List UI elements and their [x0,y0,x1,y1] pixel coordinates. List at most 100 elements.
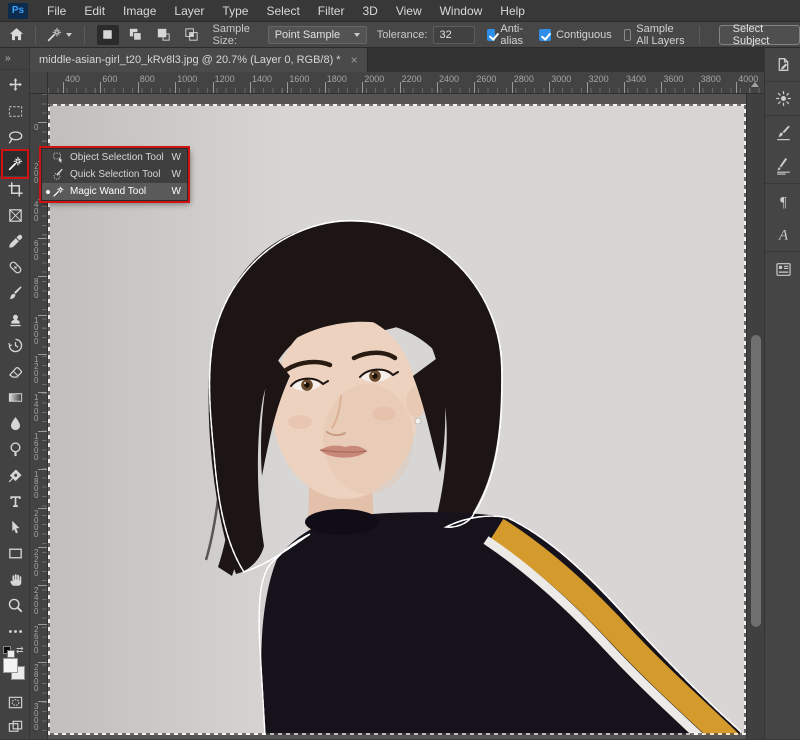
flyout-item-object-selection-tool[interactable]: Object Selection Tool W [42,149,187,166]
move-tool[interactable] [0,72,30,98]
close-icon[interactable]: × [351,53,358,67]
checkbox-label: Sample All Layers [636,23,685,47]
ruler-label: 400 [65,74,80,84]
ruler-label: 0 [34,124,38,131]
menu-file[interactable]: File [38,0,75,22]
paragraph-panel-icon[interactable] [765,184,800,218]
eraser-tool[interactable] [0,358,30,384]
brush-settings-panel-icon[interactable] [765,116,800,150]
adjustments-panel-icon[interactable] [765,82,800,116]
divider [699,26,700,44]
crop-tool[interactable] [0,176,30,202]
flyout-item-magic-wand-tool[interactable]: Magic Wand ToolW [42,183,187,200]
rectangular-marquee-tool[interactable] [0,98,30,124]
sample-size-dropdown[interactable]: Point Sample [268,26,367,44]
edit-toolbar-button[interactable] [0,618,30,644]
home-icon[interactable] [8,25,25,45]
foreground-color-swatch[interactable] [3,658,18,673]
chevron-down-icon[interactable] [66,33,72,37]
chevron-up-icon[interactable] [748,78,762,90]
type-tool[interactable] [0,488,30,514]
flyout-item-shortcut: W [172,152,181,163]
menu-type[interactable]: Type [213,0,257,22]
history-panel-icon[interactable] [765,48,800,82]
dock-history-icon [774,55,793,74]
ruler-tick [736,82,737,93]
magic-wand-tool-icon[interactable] [46,25,63,45]
zoom-tool[interactable] [0,592,30,618]
lasso-tool[interactable] [0,124,30,150]
clone-icon [7,311,24,328]
vertical-scrollbar[interactable] [746,94,764,739]
eyedropper-tool[interactable] [0,228,30,254]
spot-healing-brush-tool[interactable] [0,254,30,280]
tolerance-input[interactable] [433,26,475,44]
flyout-item-label: Object Selection Tool [70,152,166,163]
scrollbar-thumb[interactable] [751,335,761,627]
checkbox-sample-all-layers[interactable]: Sample All Layers [624,23,685,47]
menu-3d[interactable]: 3D [353,0,386,22]
magic-wand-tool[interactable] [0,150,30,176]
brushes-panel-icon[interactable] [765,150,800,184]
frame-tool[interactable] [0,202,30,228]
ruler-label: 1 2 0 0 [34,356,38,384]
flyout-item-quick-selection-tool[interactable]: Quick Selection ToolW [42,166,187,183]
hand-icon [7,571,24,588]
menu-help[interactable]: Help [491,0,534,22]
ruler-tick [400,82,401,93]
menu-image[interactable]: Image [114,0,165,22]
ruler-tick [325,82,326,93]
selectarrow-icon [7,519,24,536]
dodge-tool[interactable] [0,436,30,462]
checkbox-contiguous[interactable]: Contiguous [539,23,612,47]
menu-layer[interactable]: Layer [165,0,213,22]
menu-select[interactable]: Select [257,0,308,22]
menu-view[interactable]: View [387,0,431,22]
dodge-icon [7,441,24,458]
hand-tool[interactable] [0,566,30,592]
ruler-tick [138,82,139,93]
ruler-label: 3800 [701,74,721,84]
blur-tool[interactable] [0,410,30,436]
ruler-tick [287,82,288,93]
default-colors-icon[interactable] [3,646,11,654]
menu-filter[interactable]: Filter [309,0,354,22]
toolbar-collapse-button[interactable]: » [0,48,29,70]
add-to-selection-mode-icon[interactable] [125,25,147,45]
ruler-tick [474,82,475,93]
brush-tool[interactable] [0,280,30,306]
select-subject-button[interactable]: Select Subject [719,25,800,45]
history-brush-tool[interactable] [0,332,30,358]
ruler-label: 1000 [177,74,197,84]
swap-colors-icon[interactable]: ⇄ [16,645,24,656]
ruler-tick [699,82,700,93]
menu-edit[interactable]: Edit [75,0,114,22]
ruler-label: 2 4 0 0 [34,587,38,615]
gradient-tool[interactable] [0,384,30,410]
screen-mode-button[interactable] [0,714,30,738]
intersect-selection-mode-icon[interactable] [181,25,203,45]
divider [35,26,36,44]
brush-icon [7,285,24,302]
new-selection-mode-icon[interactable] [97,25,119,45]
gradient-icon [7,389,24,406]
path-selection-tool[interactable] [0,514,30,540]
dock-character-icon [774,225,793,244]
ruler-tick [38,469,47,470]
sample-size-label: Sample Size: [213,23,262,47]
menu-window[interactable]: Window [431,0,492,22]
clone-stamp-tool[interactable] [0,306,30,332]
ruler-label: 8 0 0 [34,278,38,299]
ruler-label: 2 8 0 0 [34,664,38,692]
rectangle-tool[interactable] [0,540,30,566]
document-tab[interactable]: middle-asian-girl_t20_kRv8l3.jpg @ 20.7%… [30,48,368,72]
current-tool-dot [46,190,50,194]
libraries-panel-icon[interactable] [765,252,800,286]
quick-mask-mode-button[interactable] [0,690,30,714]
character-panel-icon[interactable] [765,218,800,252]
checkbox-anti-alias[interactable]: Anti-alias [487,23,527,47]
pen-tool[interactable] [0,462,30,488]
subtract-from-selection-mode-icon[interactable] [153,25,175,45]
mode-add-icon [127,26,144,43]
ruler-tick [213,82,214,93]
